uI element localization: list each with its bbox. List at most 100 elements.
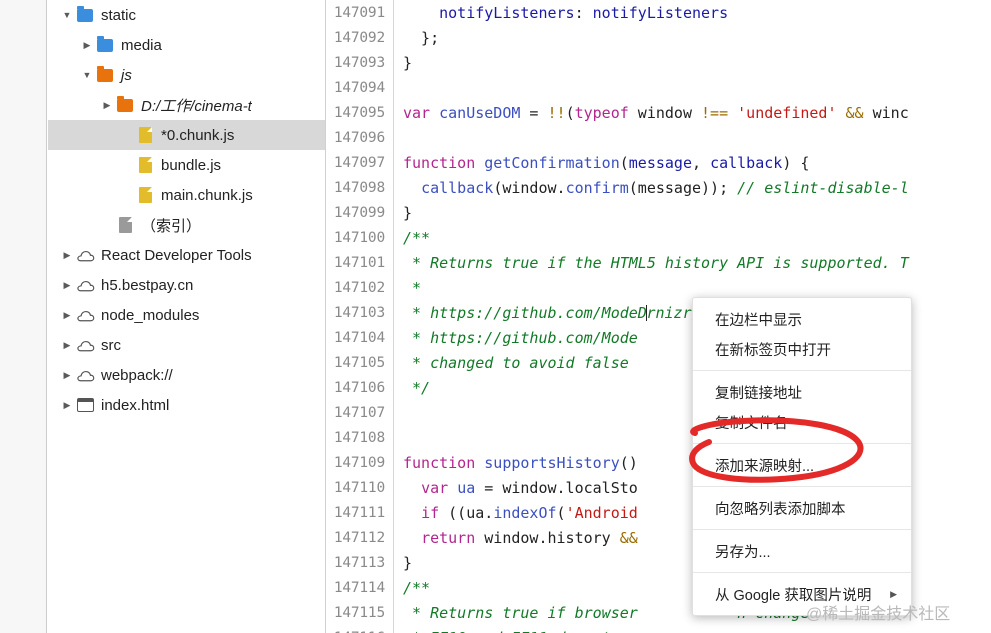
cloud-icon [74,249,96,262]
tree-item[interactable]: ▶ node_modules [48,300,325,330]
chevron-right-icon[interactable]: ▶ [100,100,114,110]
line-number: 147101 [333,254,385,271]
chevron-right-icon[interactable]: ▶ [80,40,94,50]
code-line: 147100 /** [327,225,991,250]
tree-item-label: js [121,66,132,84]
code-text[interactable]: /** [394,579,430,597]
line-number: 147098 [333,179,385,196]
code-text[interactable]: function getConfirmation(message, callba… [394,154,809,172]
file-navigator-tree[interactable]: ▼ static ▶ media ▼ js ▶ D:/工作/cinema-t *0.chunk.… [48,0,326,633]
tree-item-label: index.html [101,396,170,414]
line-number: 147107 [333,404,385,421]
chevron-right-icon[interactable]: ▶ [60,400,74,410]
line-number: 147111 [333,504,385,521]
folder-icon [94,35,116,52]
menu-item[interactable]: 向忽略列表添加脚本 [693,493,911,523]
line-number: 147110 [333,479,385,496]
tree-item[interactable]: （索引） [48,210,325,240]
folder-icon [74,5,96,22]
code-line: 147099} [327,200,991,225]
code-line: 147091 notifyListeners: notifyListeners [327,0,991,25]
chevron-right-icon[interactable]: ▶ [60,340,74,350]
chevron-right-icon[interactable]: ▶ [60,310,74,320]
tree-item-label: h5.bestpay.cn [101,276,194,294]
tree-item[interactable]: ▶ h5.bestpay.cn [48,270,325,300]
tree-item-label: bundle.js [161,156,222,174]
chevron-right-icon[interactable]: ▶ [60,250,74,260]
chevron-right-icon[interactable]: ▶ [60,370,74,380]
code-text[interactable]: */ [394,379,430,397]
menu-item[interactable]: 另存为... [693,536,911,566]
line-number: 147108 [333,429,385,446]
code-text[interactable]: }; [394,29,439,47]
tree-item[interactable]: ▼ js [48,60,325,90]
code-line: 147095 var canUseDOM = !!(typeof window !… [327,100,991,125]
chevron-down-icon[interactable]: ▼ [60,10,74,20]
menu-item-label: 在边栏中显示 [715,312,802,329]
context-menu[interactable]: 在边栏中显示在新标签页中打开复制链接地址复制文件名添加来源映射... 向忽略列表添… [692,297,912,616]
menu-separator [693,486,911,487]
menu-item[interactable]: 在新标签页中打开 [693,334,911,364]
cloud-icon [74,369,96,382]
chevron-right-icon[interactable]: ▶ [60,280,74,290]
code-text[interactable]: } [394,204,412,222]
line-number: 147106 [333,379,385,396]
line-number: 147116 [327,630,393,633]
menu-item[interactable]: 在边栏中显示 [693,304,911,334]
tree-item[interactable]: ▶ D:/工作/cinema-t [48,90,325,120]
line-number: 147114 [333,579,385,596]
file-icon [134,187,156,203]
submenu-arrow-icon: ▶ [890,588,897,599]
line-number: 147102 [333,279,385,296]
code-line: 147093} [327,50,991,75]
code-text[interactable]: * [394,279,421,297]
line-number: 147091 [333,4,385,21]
code-text[interactable]: * IE10 and IE11 do not. [394,629,620,633]
code-text[interactable]: } [394,554,412,572]
chevron-down-icon[interactable]: ▼ [80,70,94,80]
code-line: 147098 callback(window.confirm(message))… [327,175,991,200]
tree-item[interactable]: ▼ static [48,0,325,30]
folder-icon [94,65,116,82]
line-number: 147097 [333,154,385,171]
tree-item[interactable]: ▶ src [48,330,325,360]
code-line: 147097 function getConfirmation(message, … [327,150,991,175]
code-text[interactable]: function supportsHistory() [394,454,638,472]
line-number: 147104 [333,329,385,346]
code-text[interactable]: /** [394,229,430,247]
tree-item[interactable]: *0.chunk.js [48,120,325,150]
tree-item[interactable]: ▶ index.html [48,390,325,420]
tree-item[interactable]: bundle.js [48,150,325,180]
code-text[interactable]: * Returns true if the HTML5 history API … [394,254,909,272]
tree-item[interactable]: main.chunk.js [48,180,325,210]
menu-item-label: 添加来源映射... [715,458,815,475]
menu-item[interactable]: 添加来源映射... [693,450,911,480]
line-number: 147115 [333,604,385,621]
tree-item-label: src [101,336,121,354]
code-text[interactable]: var canUseDOM = !!(typeof window !== 'un… [394,104,909,122]
code-text[interactable]: callback(window.confirm(message)); // es… [394,179,909,197]
page-icon [74,398,96,412]
menu-item-label: 在新标签页中打开 [715,342,831,359]
tree-item[interactable]: ▶ media [48,30,325,60]
folder-icon [114,95,136,112]
line-number: 147094 [333,79,385,96]
menu-separator [693,529,911,530]
tree-item[interactable]: ▶ React Developer Tools [48,240,325,270]
cloud-icon [74,279,96,292]
menu-item-label: 复制文件名 [715,415,788,432]
menu-item-label: 另存为... [715,544,771,561]
tree-item-label: （索引） [141,217,202,235]
menu-separator [693,572,911,573]
activity-rail [0,0,47,633]
code-text[interactable]: } [394,54,412,72]
file-icon [134,157,156,173]
menu-item[interactable]: 复制文件名 [693,407,911,437]
code-text[interactable]: notifyListeners: notifyListeners [394,4,728,22]
line-number: 147096 [333,129,385,146]
tree-item[interactable]: ▶ webpack:// [48,360,325,390]
gutter-divider [393,425,394,450]
menu-item[interactable]: 复制链接地址 [693,377,911,407]
code-line: 147116 * IE10 and IE11 do not. [327,625,991,633]
menu-separator [693,370,911,371]
